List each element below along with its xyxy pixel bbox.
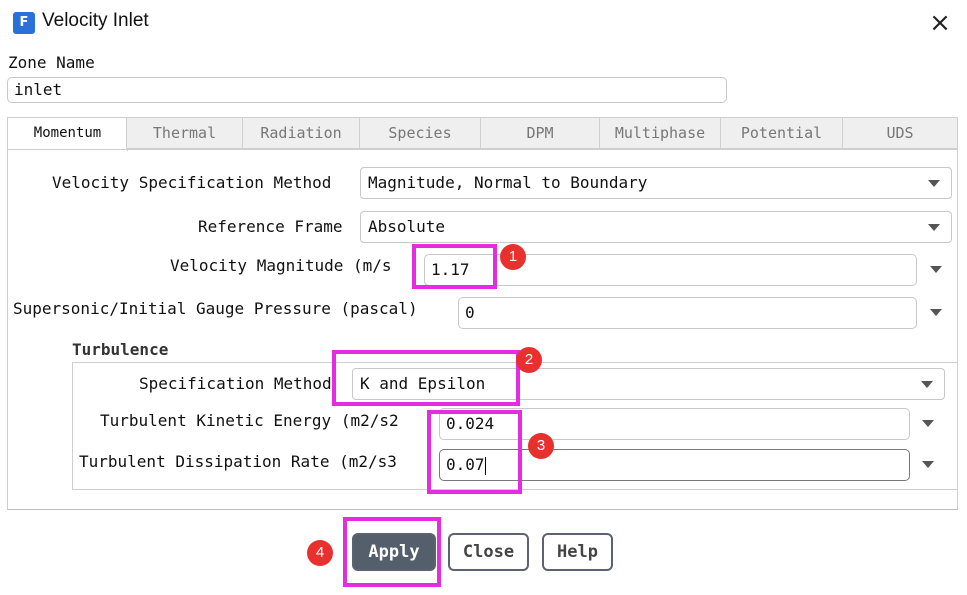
- step-badge-4: 4: [307, 540, 333, 566]
- tab-uds[interactable]: UDS: [842, 117, 958, 149]
- tdr-value: 0.07: [446, 455, 485, 474]
- chevron-down-icon: [928, 224, 940, 231]
- fluent-app-icon: F: [13, 12, 35, 34]
- close-window-button[interactable]: ×: [922, 8, 958, 40]
- tke-input[interactable]: 0.024: [439, 408, 910, 440]
- zone-name-label: Zone Name: [8, 53, 95, 72]
- velocity-magnitude-options-arrow[interactable]: [930, 266, 942, 273]
- tab-potential[interactable]: Potential: [720, 117, 843, 149]
- tab-dpm[interactable]: DPM: [480, 117, 600, 149]
- tdr-input[interactable]: 0.07: [439, 449, 910, 481]
- tab-thermal[interactable]: Thermal: [126, 117, 243, 149]
- turbulence-spec-method-value: K and Epsilon: [360, 374, 486, 393]
- turbulence-heading: Turbulence: [72, 340, 169, 359]
- close-button[interactable]: Close: [448, 533, 529, 571]
- turbulence-spec-method-dropdown[interactable]: K and Epsilon: [352, 368, 945, 400]
- step-badge-2: 2: [516, 347, 542, 373]
- reference-frame-value: Absolute: [368, 217, 446, 236]
- velocity-magnitude-label: Velocity Magnitude (m/s: [170, 256, 392, 275]
- tab-momentum[interactable]: Momentum: [7, 117, 128, 151]
- turbulence-spec-method-label: Specification Method: [139, 374, 332, 393]
- apply-button[interactable]: Apply: [352, 533, 436, 571]
- text-cursor: [484, 456, 486, 475]
- tdr-label: Turbulent Dissipation Rate (m2/s3: [79, 452, 397, 471]
- gauge-pressure-options-arrow[interactable]: [930, 309, 942, 316]
- reference-frame-dropdown[interactable]: Absolute: [360, 211, 952, 243]
- chevron-down-icon: [928, 180, 940, 187]
- gauge-pressure-input[interactable]: 0: [458, 297, 917, 329]
- reference-frame-label: Reference Frame: [198, 217, 343, 236]
- step-badge-1: 1: [500, 244, 526, 270]
- tab-multiphase[interactable]: Multiphase: [599, 117, 721, 149]
- tab-radiation[interactable]: Radiation: [242, 117, 360, 149]
- step-badge-3: 3: [528, 433, 554, 459]
- zone-name-input[interactable]: inlet: [7, 77, 727, 103]
- velocity-spec-method-dropdown[interactable]: Magnitude, Normal to Boundary: [360, 167, 952, 199]
- tab-species[interactable]: Species: [359, 117, 481, 149]
- tke-label: Turbulent Kinetic Energy (m2/s2: [100, 411, 399, 430]
- velocity-spec-method-label: Velocity Specification Method: [52, 173, 332, 192]
- footer-divider: [7, 509, 958, 510]
- window-title: Velocity Inlet: [42, 10, 149, 31]
- velocity-magnitude-input[interactable]: 1.17: [424, 254, 917, 286]
- tdr-options-arrow[interactable]: [922, 461, 934, 468]
- chevron-down-icon: [921, 381, 933, 388]
- help-button[interactable]: Help: [542, 533, 613, 571]
- velocity-spec-method-value: Magnitude, Normal to Boundary: [368, 173, 648, 192]
- tke-options-arrow[interactable]: [922, 420, 934, 427]
- gauge-pressure-label: Supersonic/Initial Gauge Pressure (pasca…: [13, 299, 418, 318]
